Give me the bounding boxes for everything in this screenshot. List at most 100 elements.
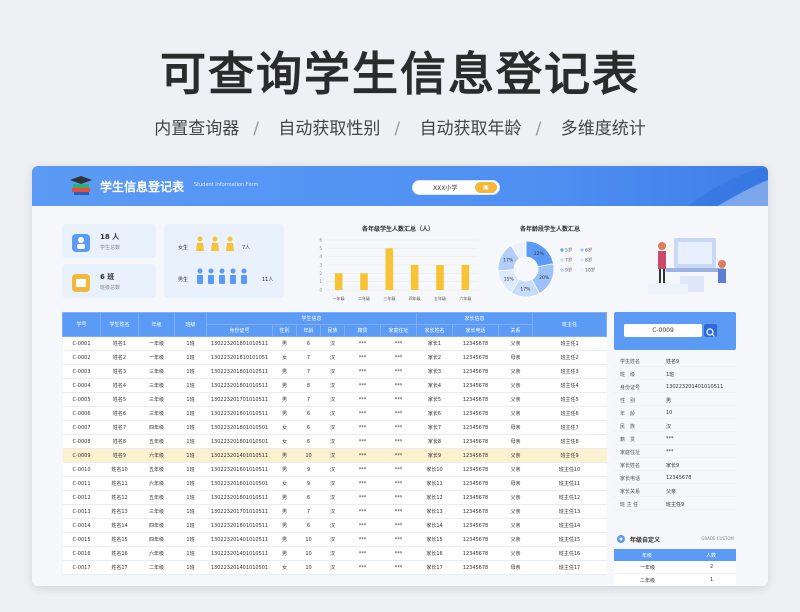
detail-key: 性 别 bbox=[620, 398, 636, 404]
table-cell: 姓名1 bbox=[100, 336, 139, 351]
table-cell: 男 bbox=[272, 336, 297, 351]
table-cell: *** bbox=[380, 504, 417, 519]
table-cell: *** bbox=[380, 406, 417, 421]
male-label: 男生 bbox=[178, 277, 189, 283]
table-cell: *** bbox=[344, 476, 381, 491]
office-illustration-icon bbox=[648, 238, 726, 294]
table-cell: *** bbox=[344, 336, 381, 351]
table-cell: 12345678 bbox=[452, 420, 499, 435]
table-cell: 1班 bbox=[174, 476, 207, 491]
table-cell: 1班 bbox=[174, 518, 207, 533]
table-row[interactable]: C-0017 姓名17 二年级 1班 130223201401010501 女 10 汉 ***… bbox=[62, 560, 607, 575]
grade-custom-table: 年级 人数 一年级 2 二年级 1 bbox=[614, 549, 736, 586]
table-row[interactable]: C-0002 姓名2 一年级 1班 130223201810101051 女 7 汉 *** **… bbox=[62, 350, 607, 365]
table-row[interactable]: C-0010 姓名10 五年级 1班 130223201601010511 男 9 汉 *** *… bbox=[62, 462, 607, 477]
app-subtitle: Student Information Form bbox=[194, 182, 259, 188]
search-input[interactable]: C-0009 bbox=[624, 324, 702, 337]
table-cell: 家长12 bbox=[416, 490, 453, 505]
bar[interactable] bbox=[385, 248, 394, 290]
bar[interactable] bbox=[360, 273, 368, 290]
bar[interactable] bbox=[334, 273, 343, 290]
table-row[interactable]: C-0012 姓名12 五年级 1班 130223201801010511 男 6 汉 *** *… bbox=[62, 490, 607, 505]
school-selector[interactable]: XXX小学 ▣ bbox=[412, 180, 500, 195]
table-cell: 家长10 bbox=[416, 462, 453, 477]
bar[interactable] bbox=[410, 265, 419, 290]
table-cell: 汉 bbox=[320, 448, 345, 463]
search-icon[interactable] bbox=[704, 324, 717, 337]
table-cell: C-0003 bbox=[62, 364, 101, 379]
legend-swatch bbox=[580, 258, 584, 262]
table-row[interactable]: C-0003 姓名3 三年级 1班 130223201801010511 男 7 汉 *** **… bbox=[62, 364, 607, 379]
header-wave-decoration bbox=[688, 166, 768, 206]
table-row[interactable]: C-0004 姓名4 三年级 1班 130223201801010511 男 8 汉 *** **… bbox=[62, 378, 607, 393]
classes-count: 6 班 bbox=[100, 273, 115, 281]
student-detail-list: 学生姓名 姓名9 班 级 1班 身份证号 130223201401010511 性 别 男年 … bbox=[614, 354, 736, 510]
table-row[interactable]: C-0008 姓名8 五年级 1班 130223201801010501 女 6 汉 *** **… bbox=[62, 434, 607, 449]
table-row[interactable]: C-0016 姓名16 六年级 1班 130223201401010511 男 10 汉 ***… bbox=[62, 546, 607, 561]
detail-value: 父亲 bbox=[666, 489, 677, 495]
grade-custom-row[interactable]: 二年级 1 bbox=[614, 574, 736, 586]
table-cell: 汉 bbox=[320, 392, 345, 407]
detail-key: 身份证号 bbox=[620, 385, 641, 391]
bar[interactable] bbox=[436, 265, 444, 290]
table-cell: 父亲 bbox=[498, 406, 533, 421]
table-row[interactable]: C-0015 姓名15 四年级 1班 130223201401010511 男 10 汉 ***… bbox=[62, 532, 607, 547]
table-cell: *** bbox=[380, 448, 417, 463]
table-cell: 女 bbox=[272, 560, 297, 575]
table-cell: 男 bbox=[272, 378, 297, 393]
table-cell: *** bbox=[344, 350, 381, 365]
table-cell: *** bbox=[344, 406, 381, 421]
table-row[interactable]: C-0007 姓名7 四年级 1班 130223201801010501 女 6 汉 *** **… bbox=[62, 420, 607, 435]
table-cell: *** bbox=[380, 490, 417, 505]
table-cell: 姓名3 bbox=[100, 364, 139, 379]
table-cell: 父亲 bbox=[498, 518, 533, 533]
table-cell: 130223201801010511 bbox=[206, 336, 273, 351]
detail-key: 班 级 bbox=[620, 372, 636, 378]
table-cell: 男 bbox=[272, 364, 297, 379]
table-row[interactable]: C-0006 姓名6 三年级 1班 130223201801010511 男 6 汉 *** **… bbox=[62, 406, 607, 421]
table-cell: 12345678 bbox=[452, 490, 499, 505]
detail-key: 学生姓名 bbox=[620, 359, 641, 365]
table-row[interactable]: C-0009 姓名9 六年级 1班 130223201401010511 男 10 汉 *** *… bbox=[62, 448, 607, 463]
table-cell: 班主任5 bbox=[532, 392, 607, 407]
table-cell: C-0017 bbox=[62, 560, 101, 575]
table-cell: 130223201801010511 bbox=[206, 364, 273, 379]
col-header-address: 家庭住址 bbox=[379, 324, 418, 337]
table-row[interactable]: C-0011 姓名11 六年级 1班 130223201601010501 女 9 汉 *** *… bbox=[62, 476, 607, 491]
table-row[interactable]: C-0014 姓名14 四年级 1班 130223201801010511 男 6 汉 *** *… bbox=[62, 518, 607, 533]
school-button-icon[interactable]: ▣ bbox=[475, 182, 497, 193]
table-cell: 12345678 bbox=[452, 378, 499, 393]
detail-row: 身份证号 130223201401010511 bbox=[614, 380, 736, 393]
y-tick-label: 0 bbox=[319, 288, 322, 293]
table-row[interactable]: C-0005 姓名5 三年级 1班 130223201701010511 男 7 汉 *** **… bbox=[62, 392, 607, 407]
legend-swatch bbox=[580, 268, 584, 272]
detail-value: *** bbox=[666, 436, 674, 442]
table-cell: 父亲 bbox=[498, 462, 533, 477]
classes-stat-card: 6 班 班级总数 bbox=[62, 264, 156, 298]
table-row[interactable]: C-0013 姓名13 三年级 1班 130223201701010511 男 7 汉 *** *… bbox=[62, 504, 607, 519]
legend-label: 10岁 bbox=[585, 267, 595, 274]
detail-value: 1班 bbox=[666, 372, 675, 378]
table-cell: 男 bbox=[272, 518, 297, 533]
col-header-id: 学号 bbox=[62, 312, 101, 337]
table-cell: C-0007 bbox=[62, 420, 101, 435]
table-cell: 姓名2 bbox=[100, 350, 139, 365]
table-cell: 汉 bbox=[320, 546, 345, 561]
table-cell: 12345678 bbox=[452, 476, 499, 491]
detail-value: 家长9 bbox=[666, 463, 680, 469]
table-cell: C-0016 bbox=[62, 546, 101, 561]
pie-data-label: 17% bbox=[520, 286, 531, 292]
col-header-native-place: 籍贯 bbox=[344, 324, 381, 337]
table-cell: 130223201810101051 bbox=[206, 350, 273, 365]
students-stat-card: 18 人 学生总数 bbox=[62, 224, 156, 258]
table-cell: 1班 bbox=[174, 364, 207, 379]
table-cell: 父亲 bbox=[498, 490, 533, 505]
table-cell: C-0015 bbox=[62, 532, 101, 547]
table-cell: *** bbox=[380, 392, 417, 407]
table-row[interactable]: C-0001 姓名1 一年级 1班 130223201801010511 男 6 汉 *** **… bbox=[62, 336, 607, 351]
bar[interactable] bbox=[461, 265, 470, 290]
grade-custom-row[interactable]: 一年级 2 bbox=[614, 561, 736, 574]
table-cell: *** bbox=[344, 378, 381, 393]
table-cell: 班主任7 bbox=[532, 420, 607, 435]
table-cell: 女 bbox=[272, 420, 297, 435]
